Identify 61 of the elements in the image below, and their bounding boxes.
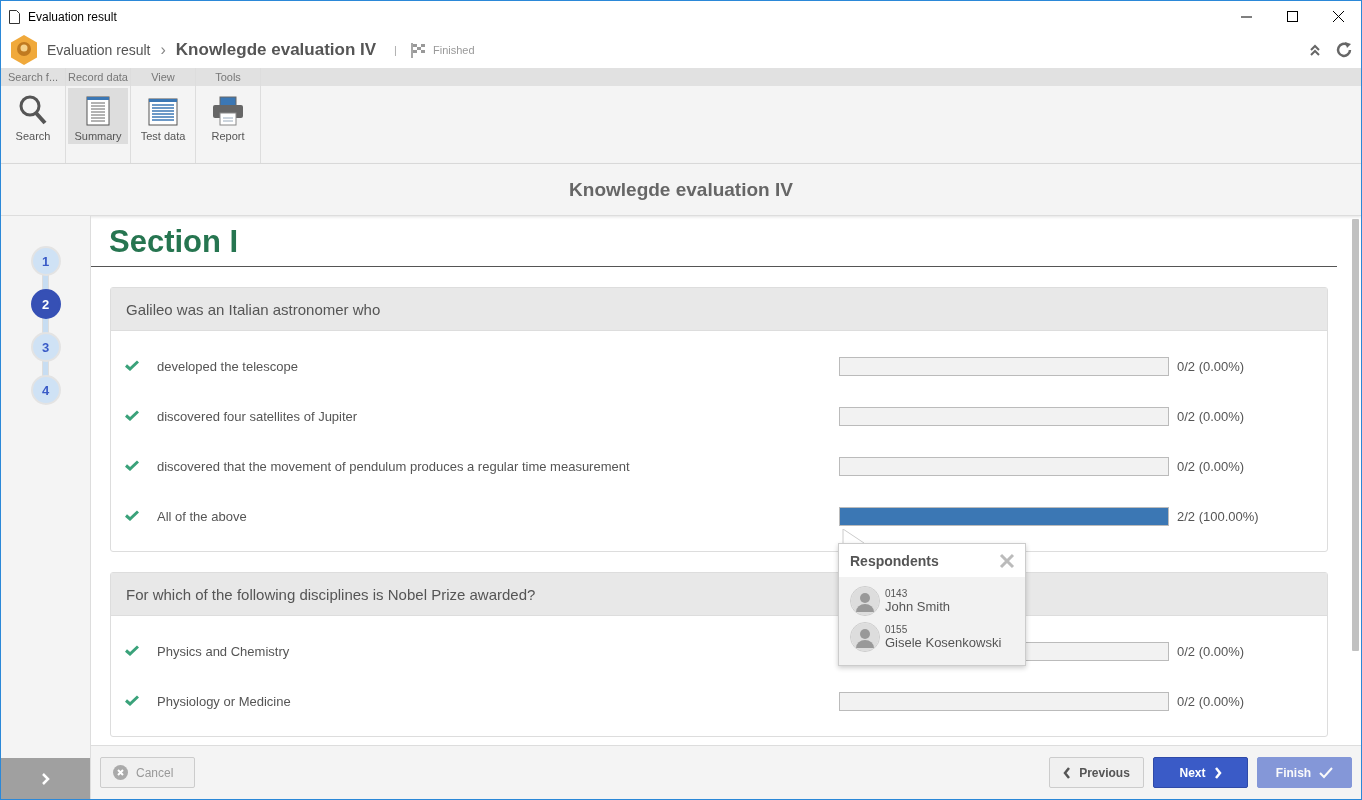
ribbon-group-label: Record data: [66, 68, 130, 86]
maximize-icon: [1286, 11, 1298, 22]
printer-icon: [212, 96, 244, 126]
page-title: Knowlegde evaluation IV: [1, 164, 1361, 216]
ribbon-button[interactable]: Test data: [133, 88, 193, 144]
ribbon-group-label: Search f...: [1, 68, 65, 86]
checkered-flag-icon: [410, 42, 427, 58]
record-title: Knowlegde evaluation IV: [175, 40, 377, 60]
ribbon-group-label: Tools: [196, 68, 260, 86]
next-button[interactable]: Next: [1153, 757, 1248, 788]
window-title: Evaluation result: [28, 9, 118, 24]
answer-text: discovered four satellites of Jupiter: [157, 408, 359, 424]
ribbon-button[interactable]: Search: [3, 88, 63, 144]
answer-count: 0/2 (0.00%): [1176, 408, 1246, 424]
header-divider: |: [394, 44, 397, 56]
step-button[interactable]: 4: [30, 375, 61, 405]
answer-text: Physics and Chemistry: [157, 643, 291, 659]
respondent-name: John Smith: [885, 599, 951, 614]
ribbon-button[interactable]: Summary: [68, 88, 128, 144]
chevron-right-icon: [40, 771, 51, 786]
previous-button[interactable]: Previous: [1049, 757, 1144, 788]
answer-text: developed the telescope: [157, 358, 299, 374]
answer-count: 0/2 (0.00%): [1176, 643, 1246, 659]
step-button[interactable]: 2: [30, 289, 61, 319]
collapse-icon[interactable]: [1309, 44, 1321, 56]
breadcrumb-link[interactable]: Evaluation result: [47, 42, 151, 58]
respondent-name: Gisele Kosenkowski: [885, 635, 1002, 650]
ribbon-group-label: View: [131, 68, 195, 86]
answer-count: 0/2 (0.00%): [1176, 693, 1246, 709]
section-title: Section I: [91, 216, 1337, 267]
close-icon[interactable]: [999, 552, 1015, 569]
question-text: Galileo was an Italian astronomer who: [111, 288, 1327, 331]
answer-text: Physiology or Medicine: [157, 693, 292, 709]
document-icon: [9, 9, 20, 24]
close-icon: [1332, 11, 1344, 22]
document-icon: [86, 96, 110, 126]
chevron-left-icon: [1063, 766, 1072, 779]
answer-count: 0/2 (0.00%): [1176, 458, 1246, 474]
status-label: Finished: [432, 44, 475, 56]
avatar-icon: [850, 622, 880, 652]
cancel-icon: [113, 765, 128, 780]
checkmark-icon: [1319, 766, 1334, 779]
step-button[interactable]: 3: [30, 332, 61, 362]
answer-count: 2/2 (100.00%): [1176, 508, 1260, 524]
avatar-icon: [850, 586, 880, 616]
expand-button[interactable]: [1, 758, 90, 799]
breadcrumb-separator: ›: [160, 41, 166, 59]
chevron-right-icon: [1213, 766, 1222, 779]
respondent-code: 0143: [885, 588, 909, 599]
answer-text: All of the above: [157, 508, 248, 524]
search-icon: [18, 94, 48, 126]
popup-title: Respondents: [850, 552, 940, 569]
respondent-code: 0155: [885, 624, 909, 635]
scrollbar[interactable]: [1351, 219, 1359, 651]
answer-text: discovered that the movement of pendulum produces a regular time measurement: [157, 458, 631, 474]
ribbon-button[interactable]: Report: [198, 88, 258, 144]
table-icon: [148, 98, 178, 126]
refresh-icon[interactable]: [1335, 41, 1353, 59]
app-logo-icon: [9, 34, 39, 66]
step-button[interactable]: 1: [30, 246, 61, 276]
answer-count: 0/2 (0.00%): [1176, 358, 1246, 374]
